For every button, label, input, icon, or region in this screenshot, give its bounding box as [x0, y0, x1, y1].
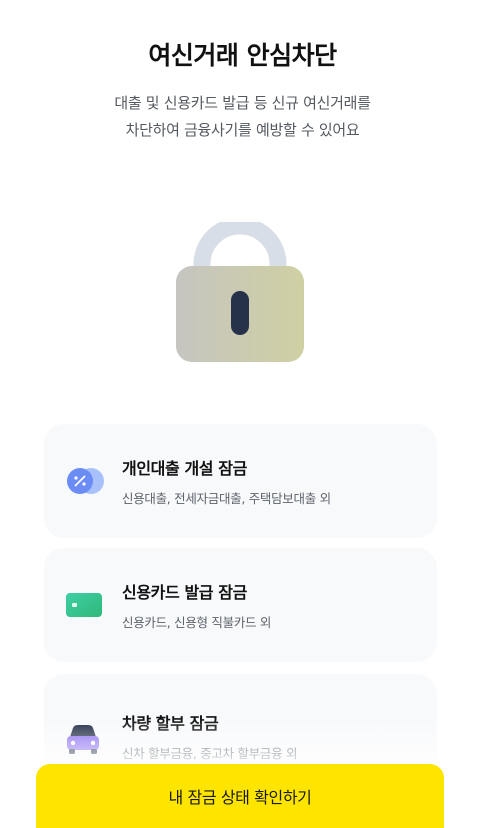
card-title: 개인대출 개설 잠금: [122, 459, 247, 478]
car-icon: [67, 725, 99, 754]
credit-card-lock-card[interactable]: 신용카드 발급 잠금 신용카드, 신용형 직불카드 외: [44, 548, 437, 662]
card-description: 신용대출, 전세자금대출, 주택담보대출 외: [122, 491, 331, 506]
page-title: 여신거래 안심차단: [148, 41, 337, 70]
subtitle-line-1: 대출 및 신용카드 발급 등 신규 여신거래를: [114, 94, 371, 112]
credit-card-icon: [66, 593, 102, 617]
check-lock-status-button[interactable]: 내 잠금 상태 확인하기: [36, 764, 444, 828]
page-subtitle: 대출 및 신용카드 발급 등 신규 여신거래를 차단하여 금융사기를 예방할 수…: [0, 90, 485, 144]
card-title: 차량 할부 잠금: [122, 714, 219, 733]
personal-loan-lock-card[interactable]: 개인대출 개설 잠금 신용대출, 전세자금대출, 주택담보대출 외: [44, 424, 437, 538]
page-header: 여신거래 안심차단 대출 및 신용카드 발급 등 신규 여신거래를 차단하여 금…: [0, 36, 485, 144]
subtitle-line-2: 차단하여 금융사기를 예방할 수 있어요: [125, 121, 360, 139]
card-description: 신차 할부금융, 중고차 할부금융 외: [122, 746, 298, 761]
card-description: 신용카드, 신용형 직불카드 외: [122, 615, 272, 630]
percent-coin-icon: [67, 468, 104, 494]
card-title: 신용카드 발급 잠금: [122, 583, 247, 602]
padlock-icon: [176, 222, 304, 362]
